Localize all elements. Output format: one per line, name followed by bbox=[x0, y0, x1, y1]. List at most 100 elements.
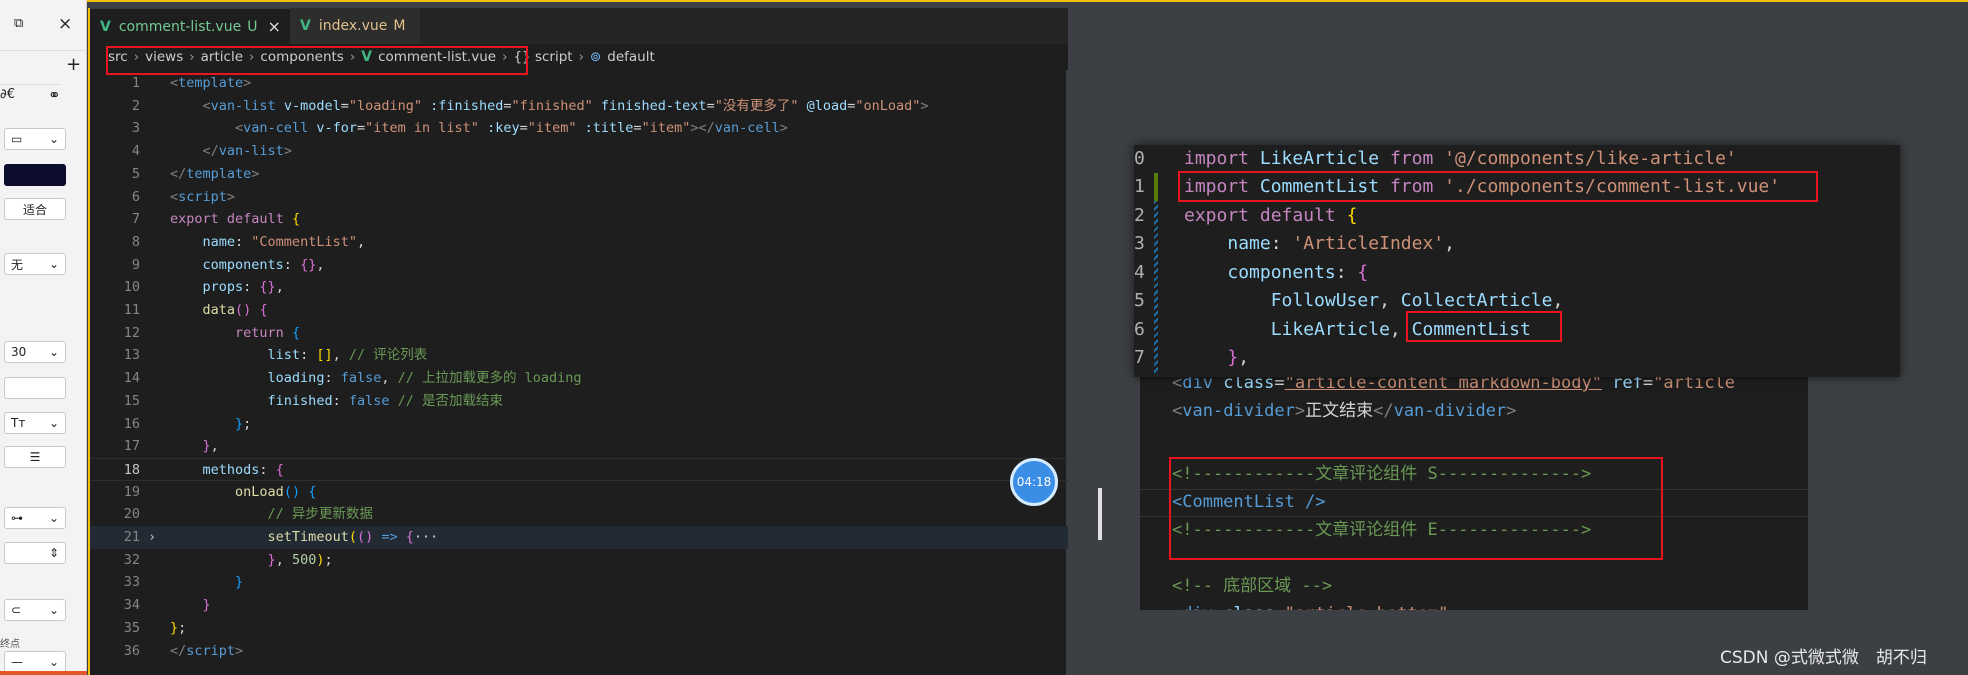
code-text: props: {}, bbox=[202, 279, 284, 296]
line-style-select[interactable]: ⊶ ⌄ bbox=[4, 507, 66, 529]
chevron-right-icon: › bbox=[578, 49, 584, 65]
code-text: <van-cell v-for="item in list" :key="ite… bbox=[235, 120, 788, 137]
tab-comment-list[interactable]: V comment-list.vue U × bbox=[90, 8, 290, 44]
component-highlight-box bbox=[1406, 311, 1562, 342]
line-number: 6 bbox=[131, 188, 140, 205]
code-text: export default { bbox=[170, 211, 301, 228]
template-snippet: <div class="article-content markdown-bod… bbox=[1140, 373, 1808, 610]
code-line[interactable]: 16 }; bbox=[90, 413, 1068, 436]
breadcrumb-item[interactable]: default bbox=[607, 49, 655, 65]
code-line[interactable]: 10 props: {}, bbox=[90, 276, 1068, 299]
line-number: 7 bbox=[131, 211, 140, 228]
code-line[interactable]: 9 components: {}, bbox=[90, 254, 1068, 277]
code-line[interactable]: 15 finished: false // 是否加载结束 bbox=[90, 390, 1068, 413]
code-text: methods: { bbox=[202, 461, 284, 478]
code-line[interactable]: 4 </van-list> bbox=[90, 140, 1068, 163]
code-text: list: [], // 评论列表 bbox=[267, 347, 428, 364]
code-line[interactable]: 18 methods: { bbox=[90, 457, 1068, 481]
line-end-icon: — bbox=[11, 655, 23, 669]
line-number: 14 bbox=[123, 370, 140, 387]
code-text: </van-list> bbox=[202, 143, 292, 160]
blank-input[interactable] bbox=[4, 377, 66, 399]
code-text: <van-list v-model="loading" :finished="f… bbox=[202, 97, 929, 114]
code-line[interactable]: 8 name: "CommentList", bbox=[90, 231, 1068, 254]
text-style-select[interactable]: Tт ⌄ bbox=[4, 412, 66, 434]
line-number: 33 bbox=[123, 574, 140, 591]
chevron-down-icon: ⌄ bbox=[48, 345, 59, 359]
restore-icon[interactable]: ⧉ bbox=[14, 16, 23, 31]
code-line[interactable]: 35}; bbox=[90, 617, 1068, 640]
line-number: 3 bbox=[1134, 233, 1145, 254]
align-button[interactable]: ☰ bbox=[4, 446, 66, 468]
code-text: components: {}, bbox=[202, 256, 325, 273]
add-icon[interactable]: + bbox=[66, 54, 81, 75]
code-line[interactable]: 32 }, 500); bbox=[90, 549, 1068, 572]
code-line[interactable]: 3 <van-cell v-for="item in list" :key="i… bbox=[90, 117, 1068, 140]
code-line[interactable]: 36 </script> bbox=[90, 640, 1068, 663]
code-line[interactable]: 5 </template> bbox=[90, 163, 1068, 186]
code-text: </script> bbox=[170, 642, 244, 659]
scroll-handle[interactable] bbox=[1098, 488, 1102, 540]
color-wheel-icon[interactable]: ⚭ bbox=[48, 86, 61, 104]
code-text: <template> bbox=[170, 75, 252, 91]
line-number: 13 bbox=[123, 347, 140, 364]
line-number: 8 bbox=[131, 233, 140, 250]
line-number: 2 bbox=[1134, 205, 1145, 226]
line-number: 5 bbox=[131, 165, 140, 182]
line-number: 15 bbox=[123, 392, 140, 409]
code-line[interactable]: 12 return { bbox=[90, 322, 1068, 345]
line-number: 32 bbox=[123, 551, 140, 568]
color-swatch[interactable] bbox=[4, 164, 66, 186]
code-line[interactable]: 34 } bbox=[90, 594, 1068, 617]
fill-select[interactable]: 无 ⌄ bbox=[4, 253, 66, 275]
name-value: 'ArticleIndex' bbox=[1292, 233, 1445, 254]
close-icon[interactable]: × bbox=[58, 14, 72, 34]
code-text: }; bbox=[170, 619, 187, 636]
code-line[interactable]: 19 onLoad() { bbox=[90, 481, 1068, 504]
code-line[interactable]: 6 <script> bbox=[90, 186, 1068, 209]
taskbar-strip bbox=[0, 671, 87, 675]
left-toolbar: ⧉ × + ∂€ ⚭ ▭ ⌄ 适合 无 ⌄ 30 ⌄ Tт ⌄ ☰ ⊶ ⌄ ⇕ ⊂ ⌄ 终点… bbox=[0, 0, 87, 675]
code-text: } bbox=[202, 597, 211, 614]
code-line[interactable]: 21 › setTimeout(() => {··· bbox=[90, 526, 1068, 549]
chevron-down-icon: ⌄ bbox=[48, 603, 59, 617]
line-number: 21 bbox=[123, 529, 140, 545]
code-text: } bbox=[235, 574, 244, 591]
code-line[interactable]: 11 data() { bbox=[90, 299, 1068, 322]
screenshot-stage: { "leftbar":{ "close_glyph":"×","restore… bbox=[0, 0, 1968, 675]
fit-button[interactable]: 适合 bbox=[4, 198, 66, 220]
line-number: 11 bbox=[123, 302, 140, 318]
code-line[interactable]: 2 <van-list v-model="loading" :finished=… bbox=[90, 95, 1068, 118]
toolbar-divider bbox=[0, 50, 87, 51]
line-number: 1 bbox=[1134, 176, 1145, 197]
code-line: 2 export default { bbox=[1134, 202, 1900, 231]
code-text: finished: false // 是否加载结束 bbox=[267, 392, 504, 409]
size-select[interactable]: 30 ⌄ bbox=[4, 341, 66, 363]
code-line[interactable]: 17 }, bbox=[90, 435, 1068, 458]
fold-chevron-icon[interactable]: › bbox=[148, 526, 156, 549]
border-style-select[interactable]: ▭ ⌄ bbox=[4, 128, 66, 150]
code-line[interactable]: 13 list: [], // 评论列表 bbox=[90, 344, 1068, 367]
shape-icon[interactable]: ∂€ bbox=[0, 87, 15, 102]
code-line[interactable]: 7 export default { bbox=[90, 208, 1068, 231]
stepper[interactable]: ⇕ bbox=[4, 542, 66, 564]
line-start-select[interactable]: ⊂ ⌄ bbox=[4, 599, 66, 621]
footer-comment: <!-- 底部区域 --> bbox=[1172, 576, 1333, 596]
endpoint-label: 终点 bbox=[0, 639, 20, 650]
timer-badge[interactable]: 04:18 bbox=[1010, 458, 1058, 506]
size-value: 30 bbox=[11, 345, 27, 359]
window-top-border bbox=[0, 0, 1968, 2]
code-line[interactable]: 33 } bbox=[90, 571, 1068, 594]
rounded-rect-icon: ▭ bbox=[11, 132, 23, 146]
line-number: 35 bbox=[123, 619, 140, 636]
tab-index[interactable]: V index.vue M bbox=[290, 8, 420, 44]
endpoint-select[interactable]: — ⌄ bbox=[4, 651, 66, 673]
code-line[interactable]: 20 // 异步更新数据 bbox=[90, 503, 1068, 526]
code-line[interactable]: 14 loading: false, // 上拉加载更多的 loading bbox=[90, 367, 1068, 390]
code-text: return { bbox=[235, 324, 301, 341]
close-tab-icon[interactable]: × bbox=[267, 17, 280, 36]
code-text: <script> bbox=[170, 188, 236, 205]
code-line[interactable]: 1 <template> bbox=[90, 72, 1068, 95]
line-number: 7 bbox=[1134, 347, 1145, 368]
code-line: 7 }, bbox=[1134, 344, 1900, 373]
